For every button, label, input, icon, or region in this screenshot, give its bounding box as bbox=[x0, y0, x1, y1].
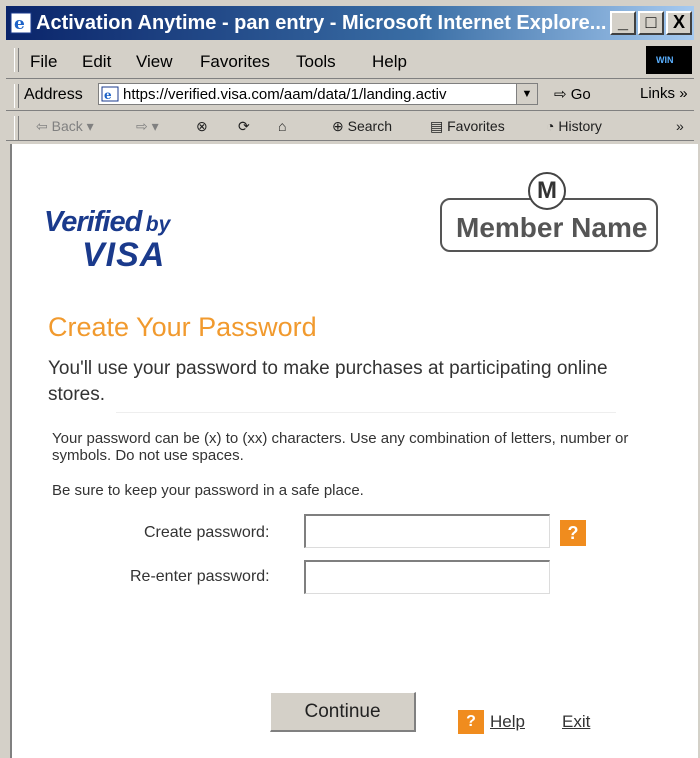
address-grip[interactable] bbox=[14, 84, 19, 108]
history-icon: ◔ bbox=[546, 118, 555, 134]
reenter-password-field[interactable] bbox=[304, 560, 550, 594]
standard-grip[interactable] bbox=[14, 116, 19, 140]
title-bar: e Activation Anytime - pan entry - Micro… bbox=[6, 6, 694, 40]
verified-by-visa-logo: Verified by VISA bbox=[44, 206, 171, 274]
page-icon: e bbox=[101, 86, 119, 102]
menu-tools[interactable]: Tools bbox=[296, 52, 336, 72]
address-url: https://verified.visa.com/aam/data/1/lan… bbox=[123, 86, 447, 103]
forward-arrow-icon: ⇨ bbox=[136, 118, 148, 134]
minimize-button[interactable]: _ bbox=[610, 11, 636, 35]
history-label: History bbox=[558, 118, 602, 134]
menu-bar: File Edit View Favorites Tools Help WIN bbox=[6, 44, 694, 79]
links-button[interactable]: Links » bbox=[640, 85, 688, 102]
favorites-label: Favorites bbox=[447, 118, 505, 134]
page-content: Verified by VISA M Member Name Create Yo… bbox=[10, 144, 698, 758]
windows-logo-icon: WIN bbox=[646, 46, 692, 74]
history-button[interactable]: ◔ History bbox=[546, 118, 602, 134]
logo-by: by bbox=[145, 213, 171, 236]
menu-favorites[interactable]: Favorites bbox=[200, 52, 270, 72]
create-password-label: Create password: bbox=[144, 524, 270, 541]
create-password-field[interactable] bbox=[304, 514, 550, 548]
standard-toolbar: ⇦ Back ▾ ⇨ ▾ ⊗ ⟳ ⌂ ⊕ Search ▤ Favorites … bbox=[6, 112, 694, 141]
member-name-text: Member Name bbox=[456, 212, 648, 243]
toolbar-overflow[interactable]: » bbox=[676, 118, 684, 134]
go-button[interactable]: ⇨ Go bbox=[554, 85, 591, 103]
page-title: Create Your Password bbox=[48, 312, 317, 342]
exit-link[interactable]: Exit bbox=[562, 712, 590, 732]
back-button[interactable]: ⇦ Back ▾ bbox=[36, 118, 94, 135]
help-icon[interactable]: ? bbox=[458, 710, 484, 734]
address-label: Address bbox=[24, 86, 83, 103]
continue-button[interactable]: Continue bbox=[270, 692, 416, 732]
address-bar: Address e https://verified.visa.com/aam/… bbox=[6, 80, 694, 111]
address-input[interactable]: e https://verified.visa.com/aam/data/1/l… bbox=[98, 83, 538, 105]
links-label: Links bbox=[640, 85, 676, 102]
logo-verified: Verified bbox=[44, 206, 142, 238]
help-question-icon[interactable]: ? bbox=[560, 520, 586, 546]
maximize-button[interactable]: □ bbox=[638, 11, 664, 35]
favorites-button[interactable]: ▤ Favorites bbox=[430, 118, 505, 135]
stop-icon[interactable]: ⊗ bbox=[196, 118, 208, 135]
back-arrow-icon: ⇦ bbox=[36, 118, 48, 134]
search-label: Search bbox=[347, 118, 392, 134]
menu-view[interactable]: View bbox=[136, 52, 173, 72]
reenter-password-label: Re-enter password: bbox=[130, 568, 270, 585]
forward-button[interactable]: ⇨ ▾ bbox=[136, 118, 159, 135]
toolbar-grip[interactable] bbox=[14, 48, 19, 72]
password-rules-text: Your password can be (x) to (xx) charact… bbox=[52, 430, 629, 464]
browser-window: e Activation Anytime - pan entry - Micro… bbox=[0, 0, 700, 758]
ie-icon: e bbox=[10, 12, 32, 34]
window-title: Activation Anytime - pan entry - Microso… bbox=[36, 12, 607, 34]
favorites-icon: ▤ bbox=[430, 118, 444, 134]
member-badge-icon: M bbox=[528, 172, 566, 210]
svg-text:e: e bbox=[14, 14, 25, 34]
divider bbox=[116, 412, 616, 413]
search-button[interactable]: ⊕ Search bbox=[332, 118, 392, 135]
back-label: Back bbox=[51, 118, 83, 134]
help-link[interactable]: Help bbox=[490, 712, 525, 732]
menu-file[interactable]: File bbox=[30, 52, 57, 72]
refresh-icon[interactable]: ⟳ bbox=[238, 118, 250, 135]
intro-text: You'll use your password to make purchas… bbox=[48, 358, 608, 405]
svg-text:e: e bbox=[104, 88, 112, 102]
go-icon: ⇨ bbox=[554, 86, 567, 103]
close-button[interactable]: X bbox=[666, 11, 692, 35]
dropdown-arrow-icon[interactable]: ▼ bbox=[516, 84, 537, 104]
search-icon: ⊕ bbox=[332, 118, 344, 134]
safety-note-text: Be sure to keep your password in a safe … bbox=[52, 482, 364, 499]
menu-edit[interactable]: Edit bbox=[82, 52, 111, 72]
logo-visa: VISA bbox=[82, 236, 166, 274]
go-label: Go bbox=[570, 86, 591, 103]
home-icon[interactable]: ⌂ bbox=[278, 118, 286, 134]
menu-help[interactable]: Help bbox=[372, 52, 407, 72]
